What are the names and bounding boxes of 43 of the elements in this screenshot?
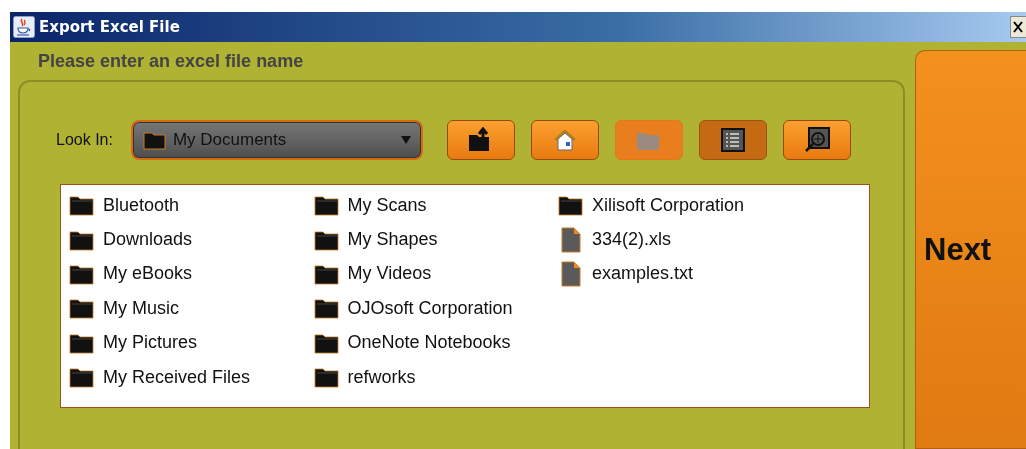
file-list-item[interactable]: My eBooks <box>69 256 314 292</box>
file-list-item[interactable]: My Videos <box>313 256 558 292</box>
folder-icon <box>313 228 340 251</box>
file-list-item[interactable]: examples.txt <box>558 256 803 292</box>
folder-icon <box>142 130 167 150</box>
details-view-button[interactable] <box>782 120 851 160</box>
folder-icon <box>558 194 584 217</box>
list-view-button[interactable] <box>698 120 767 160</box>
file-list-item[interactable]: My Shapes <box>313 222 558 257</box>
file-list-item[interactable]: OJOsoft Corporation <box>313 291 558 326</box>
file-list-item[interactable]: 334(2).xls <box>558 222 803 257</box>
file-list-item[interactable]: My Pictures <box>69 325 314 360</box>
caret-icon <box>400 136 411 144</box>
folder-icon <box>313 366 340 389</box>
file-icon <box>558 226 584 253</box>
folder-icon <box>69 331 95 354</box>
file-list-item[interactable]: Xilisoft Corporation <box>558 188 803 223</box>
folder-icon <box>313 262 340 285</box>
folder-icon <box>69 228 95 251</box>
file-list-item[interactable]: Downloads <box>69 222 314 257</box>
up-folder-button[interactable] <box>446 120 515 160</box>
file-list-item[interactable]: My Received Files <box>69 359 314 395</box>
instruction-heading: Please enter an excel file name <box>37 50 305 72</box>
folder-icon <box>69 262 95 285</box>
file-list-item[interactable]: My Scans <box>313 188 558 223</box>
folder-icon <box>69 366 95 389</box>
folder-icon <box>69 194 95 217</box>
file-list-item[interactable]: refworks <box>313 359 558 395</box>
folder-icon <box>69 297 95 320</box>
list-icon <box>720 128 745 152</box>
window-title: Export Excel File <box>39 18 181 36</box>
folder-icon <box>313 194 340 217</box>
coffee-cup-icon <box>13 16 35 38</box>
look-in-label: Look In: <box>56 131 113 149</box>
folder-icon <box>313 331 340 354</box>
folder-icon <box>313 297 340 320</box>
close-icon[interactable] <box>1010 16 1026 38</box>
file-list-item[interactable]: My Music <box>69 291 314 326</box>
file-icon <box>558 260 584 287</box>
file-list-item[interactable]: Bluetooth <box>69 188 314 223</box>
next-button[interactable]: Next <box>915 50 1026 449</box>
home-button[interactable] <box>530 120 599 160</box>
file-list-item[interactable]: OneNote Notebooks <box>313 325 558 360</box>
